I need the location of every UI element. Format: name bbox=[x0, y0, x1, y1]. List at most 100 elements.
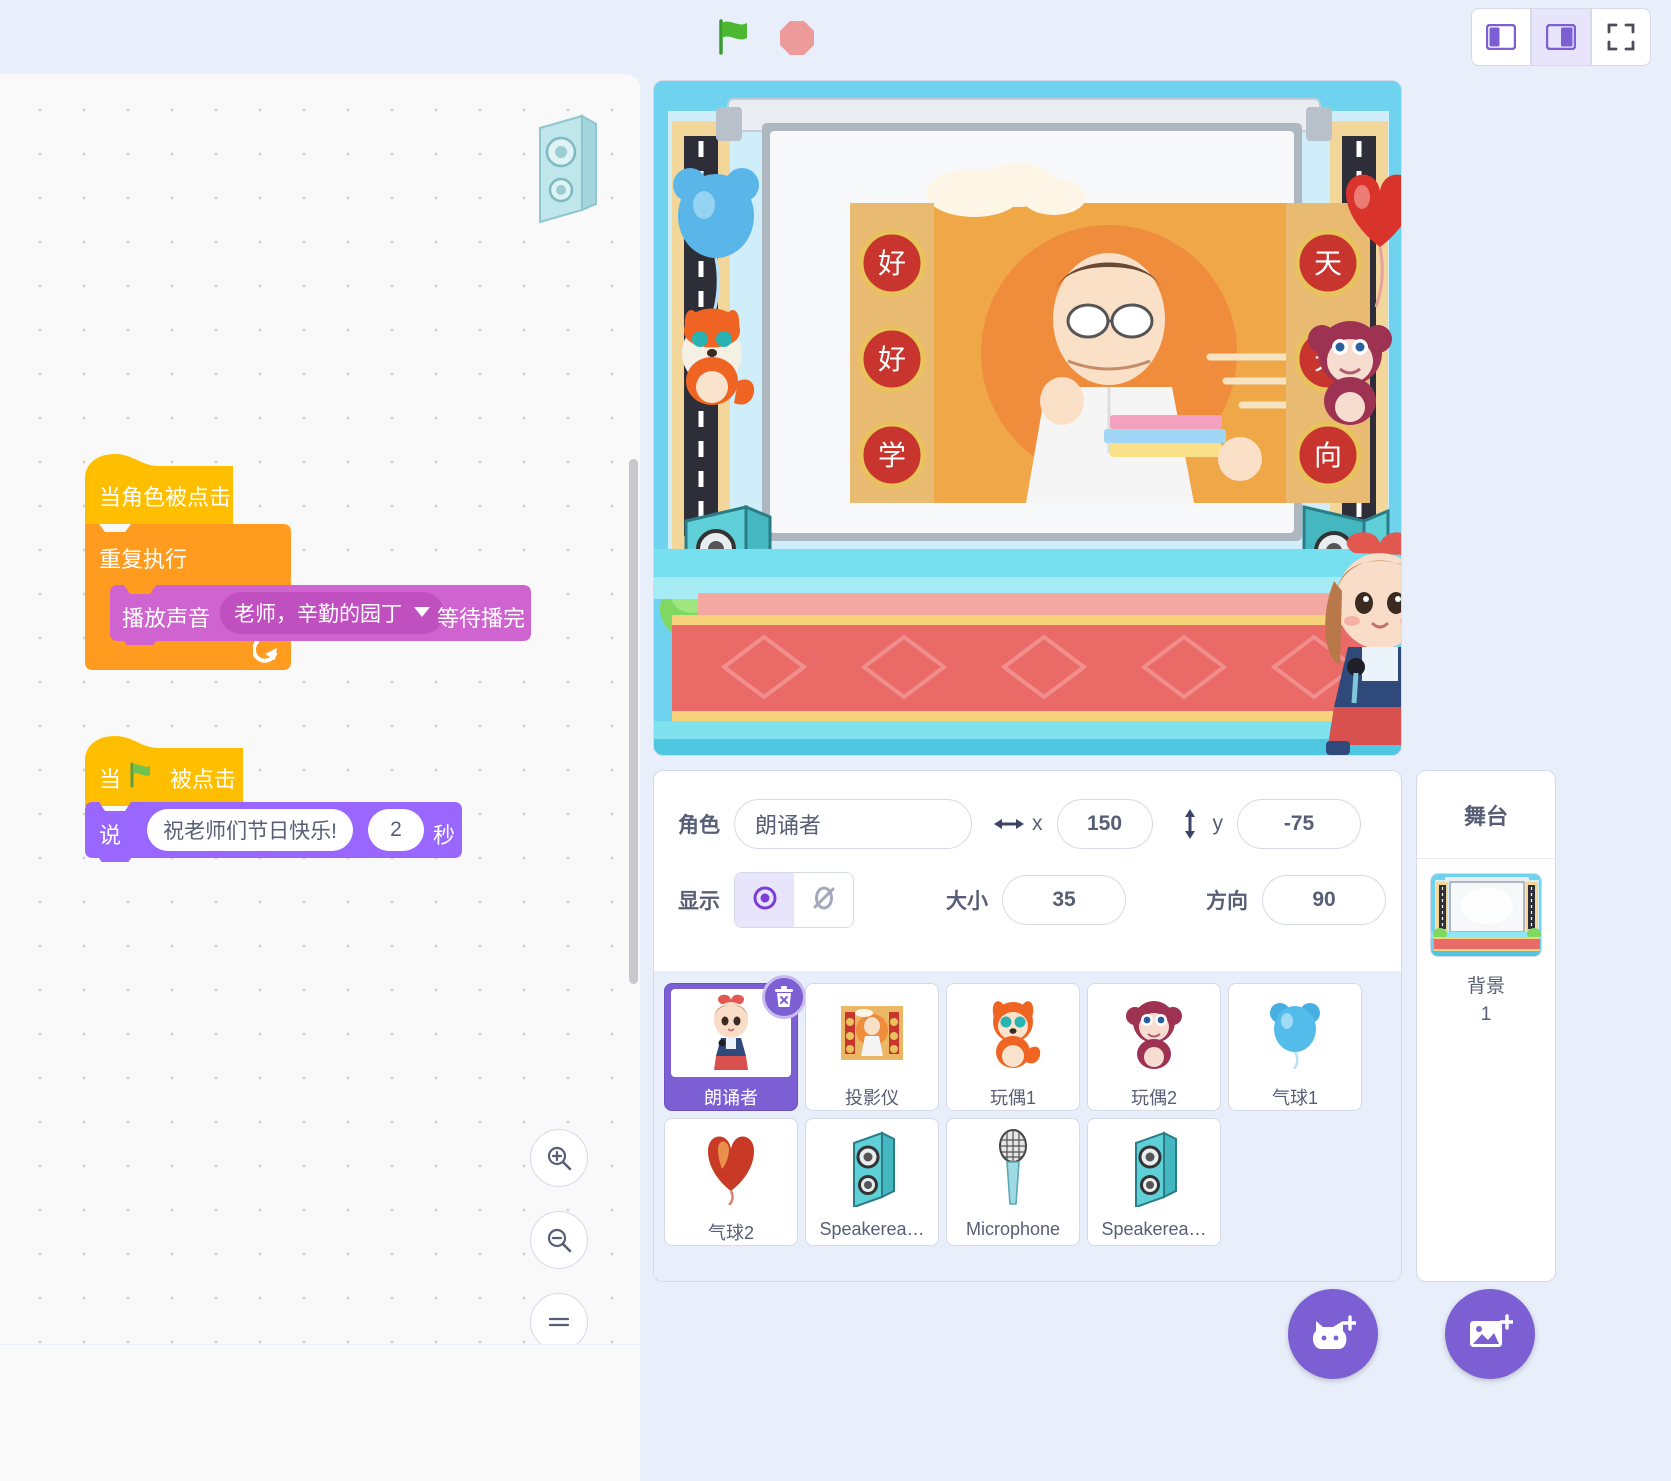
sprite-card-puppet1[interactable]: 玩偶1 bbox=[946, 983, 1080, 1111]
sprite-name-input[interactable]: 朗诵者 bbox=[734, 799, 972, 849]
sprite-list: 朗诵者 bbox=[654, 971, 1401, 1281]
svg-text:向: 向 bbox=[1314, 439, 1342, 472]
stage-selector-item[interactable]: 背景 1 bbox=[1417, 859, 1555, 1026]
stage-backdrop-label: 背景 bbox=[1467, 971, 1505, 998]
show-label: 显示 bbox=[678, 885, 720, 915]
sprite-thumbnail bbox=[669, 1122, 793, 1214]
sound-dropdown[interactable]: 老师，辛勤的园丁 bbox=[220, 592, 444, 634]
block-when-sprite-clicked[interactable]: 当角色被点击 bbox=[85, 452, 233, 524]
show-hidden-button[interactable] bbox=[794, 873, 853, 927]
sprite-thumbnail bbox=[951, 1122, 1075, 1214]
sprite-info-row-name-position: 角色 朗诵者 x 150 y -75 bbox=[654, 793, 1401, 855]
zoom-in-button[interactable] bbox=[530, 1129, 588, 1187]
sprite-thumbnail bbox=[810, 987, 934, 1079]
sprite-thumbnail bbox=[951, 987, 1075, 1079]
zoom-reset-button[interactable] bbox=[530, 1293, 588, 1344]
y-position-value: -75 bbox=[1284, 812, 1314, 836]
sprite-card-balloon1[interactable]: 气球1 bbox=[1228, 983, 1362, 1111]
svg-text:学: 学 bbox=[878, 439, 906, 472]
sprite-card-puppet2[interactable]: 玩偶2 bbox=[1087, 983, 1221, 1111]
script-when-flag-clicked[interactable]: 当 被点击 说 祝老师们节日快乐! 2 秒 bbox=[85, 734, 243, 806]
eye-icon bbox=[752, 885, 778, 916]
size-label: 大小 bbox=[946, 885, 988, 915]
sprite-name-label: Microphone bbox=[966, 1219, 1060, 1240]
x-position-value: 150 bbox=[1087, 812, 1122, 836]
stage-canvas[interactable]: 好好学 天天向 bbox=[653, 80, 1402, 756]
sprite-name-label: Speakerea… bbox=[819, 1219, 924, 1240]
script-when-sprite-clicked[interactable]: 当角色被点击 重复执行 播放声音 老师，辛勤的园丁 bbox=[85, 452, 233, 524]
sound-dropdown-value: 老师，辛勤的园丁 bbox=[234, 598, 402, 628]
block-when-green-flag-clicked[interactable]: 当 被点击 bbox=[85, 734, 243, 806]
code-workspace[interactable]: 当角色被点击 重复执行 播放声音 老师，辛勤的园丁 bbox=[0, 74, 640, 1344]
stage-layout-buttons bbox=[1471, 8, 1651, 66]
svg-text:好: 好 bbox=[878, 343, 906, 376]
sprite-info-row-show-size-direction: 显示 bbox=[654, 869, 1401, 931]
sprite-name-label: 投影仪 bbox=[845, 1084, 899, 1110]
sprite-name-label: 玩偶2 bbox=[1131, 1084, 1177, 1110]
say-seconds-value: 2 bbox=[390, 818, 402, 842]
zoom-out-button[interactable] bbox=[530, 1211, 588, 1269]
large-stage-layout-button[interactable] bbox=[1531, 8, 1591, 66]
block-label: 重复执行 bbox=[99, 542, 187, 574]
sprite-card-speaker1[interactable]: Speakerea… bbox=[805, 1118, 939, 1246]
sprite-name-label: 玩偶1 bbox=[990, 1084, 1036, 1110]
sprite-thumbnail bbox=[1233, 987, 1357, 1079]
block-play-sound-until-done[interactable]: 播放声音 老师，辛勤的园丁 等待播完 bbox=[110, 585, 531, 643]
sprite-thumbnail bbox=[1092, 987, 1216, 1079]
sprite-name-label: Speakerea… bbox=[1101, 1219, 1206, 1240]
sprite-card-microphone[interactable]: Microphone bbox=[946, 1118, 1080, 1246]
block-label-suffix: 等待播完 bbox=[437, 601, 525, 633]
sprite-name-label: 气球1 bbox=[1272, 1084, 1318, 1110]
top-toolbar bbox=[0, 0, 1671, 74]
say-text-input[interactable]: 祝老师们节日快乐! bbox=[147, 809, 353, 851]
say-seconds-input[interactable]: 2 bbox=[368, 809, 424, 851]
workspace-vertical-scrollbar[interactable] bbox=[629, 459, 638, 984]
size-input[interactable]: 35 bbox=[1002, 875, 1126, 925]
block-label-unit: 秒 bbox=[433, 818, 455, 850]
visibility-toggle bbox=[734, 872, 854, 928]
block-label-suffix: 被点击 bbox=[170, 762, 236, 794]
add-sprite-button[interactable] bbox=[1288, 1289, 1378, 1379]
sprite-card-projector[interactable]: 投影仪 bbox=[805, 983, 939, 1111]
block-say-for-seconds[interactable]: 说 祝老师们节日快乐! 2 秒 bbox=[85, 802, 462, 860]
sprite-info-rows: 角色 朗诵者 x 150 y -75 bbox=[654, 771, 1401, 945]
stop-icon[interactable] bbox=[778, 19, 816, 57]
direction-input[interactable]: 90 bbox=[1262, 875, 1386, 925]
sprite-card-reciter[interactable]: 朗诵者 bbox=[664, 983, 798, 1111]
show-visible-button[interactable] bbox=[735, 873, 794, 927]
add-backdrop-button[interactable] bbox=[1445, 1289, 1535, 1379]
sprite-name-label: 朗诵者 bbox=[704, 1084, 758, 1110]
sprite-thumbnail bbox=[1092, 1122, 1216, 1214]
speaker-watermark-icon bbox=[530, 114, 600, 229]
eye-slash-icon bbox=[811, 885, 837, 916]
direction-value: 90 bbox=[1312, 888, 1335, 912]
block-label-prefix: 说 bbox=[99, 818, 121, 850]
green-flag-icon bbox=[128, 762, 154, 793]
delete-sprite-button[interactable] bbox=[762, 975, 806, 1019]
small-stage-layout-button[interactable] bbox=[1471, 8, 1531, 66]
size-value: 35 bbox=[1052, 888, 1075, 912]
block-label-prefix: 播放声音 bbox=[122, 601, 210, 633]
sprite-thumbnail bbox=[810, 1122, 934, 1214]
x-position-input[interactable]: 150 bbox=[1057, 799, 1153, 849]
sprite-card-speaker2[interactable]: Speakerea… bbox=[1087, 1118, 1221, 1246]
horizontal-arrow-icon bbox=[994, 816, 1024, 832]
y-label: y bbox=[1213, 812, 1224, 836]
green-flag-icon[interactable] bbox=[713, 17, 753, 57]
sprite-name-value: 朗诵者 bbox=[755, 808, 821, 840]
vertical-arrow-icon bbox=[1175, 809, 1205, 839]
svg-text:好: 好 bbox=[878, 247, 906, 280]
fullscreen-button[interactable] bbox=[1591, 8, 1651, 66]
y-position-input[interactable]: -75 bbox=[1237, 799, 1361, 849]
stage-backdrop-count: 1 bbox=[1481, 1004, 1492, 1026]
sprite-name-label: 气球2 bbox=[708, 1219, 754, 1245]
stage-selector-panel: 舞台 bbox=[1416, 770, 1556, 1282]
stage-panel-title: 舞台 bbox=[1417, 771, 1555, 859]
sprite-info-panel: 角色 朗诵者 x 150 y -75 bbox=[653, 770, 1402, 1282]
code-area-bottom bbox=[0, 1345, 640, 1481]
block-label: 当角色被点击 bbox=[99, 480, 231, 512]
sprite-card-balloon2[interactable]: 气球2 bbox=[664, 1118, 798, 1246]
say-text-value: 祝老师们节日快乐! bbox=[163, 815, 337, 845]
x-label: x bbox=[1032, 812, 1043, 836]
svg-text:天: 天 bbox=[1314, 247, 1342, 280]
